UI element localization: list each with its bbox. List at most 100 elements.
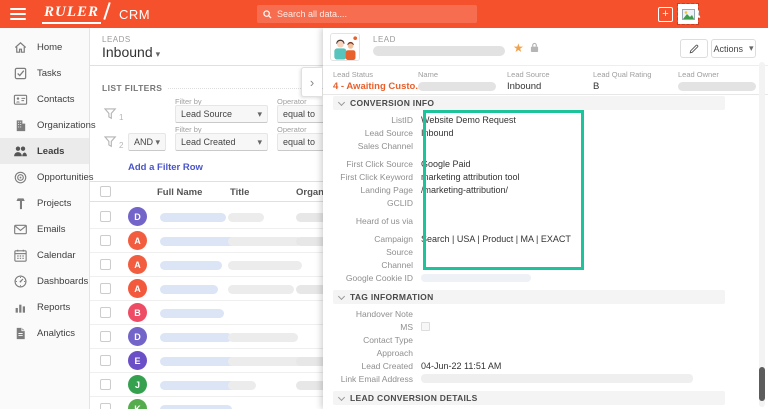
row-checkbox[interactable] xyxy=(100,403,111,409)
lead-name-redacted xyxy=(373,46,505,56)
search-icon xyxy=(263,10,272,19)
row-avatar: A xyxy=(128,231,147,250)
field-row-google-cookie-id: Google Cookie ID xyxy=(333,271,753,284)
field-label: Name xyxy=(418,70,496,79)
edit-button[interactable] xyxy=(680,39,708,58)
sidebar-item-label: Emails xyxy=(37,224,66,235)
sidebar-item-organizations[interactable]: Organizations xyxy=(0,112,89,138)
leads-icon xyxy=(13,144,28,159)
sidebar-item-analytics[interactable]: Analytics xyxy=(0,320,89,346)
global-search[interactable] xyxy=(257,5,477,23)
sidebar-item-contacts[interactable]: Contacts xyxy=(0,86,89,112)
field-label: GCLID xyxy=(333,198,421,208)
field-row-lead-created: Lead Created04-Jun-22 11:51 AM xyxy=(333,359,753,372)
section-header[interactable]: TAG INFORMATION xyxy=(333,290,725,304)
field-label: First Click Keyword xyxy=(333,172,421,182)
filter-funnel-icon-1: 1 xyxy=(104,107,126,122)
field-label: MS xyxy=(333,322,421,332)
sidebar-item-tasks[interactable]: Tasks xyxy=(0,60,89,86)
row-avatar: D xyxy=(128,207,147,226)
field-label: Heard of us via xyxy=(333,216,421,226)
scrollbar-track[interactable] xyxy=(759,62,765,407)
row-avatar: D xyxy=(128,327,147,346)
add-icon[interactable]: + xyxy=(658,7,673,22)
sidebar-item-label: Calendar xyxy=(37,250,76,261)
field-label: First Click Source xyxy=(333,159,421,169)
row-avatar: J xyxy=(128,375,147,394)
field-value: B xyxy=(593,81,651,92)
field-value: 04-Jun-22 11:51 AM xyxy=(421,361,501,371)
chevron-down-icon: ▾ xyxy=(156,49,161,59)
select-all-checkbox[interactable] xyxy=(100,186,111,197)
search-input[interactable] xyxy=(277,9,471,19)
sidebar-item-label: Projects xyxy=(37,198,71,209)
row-checkbox[interactable] xyxy=(100,379,111,390)
field-label: Link Email Address xyxy=(333,374,421,384)
field-label: Sales Channel xyxy=(333,141,421,151)
column-full-name[interactable]: Full Name xyxy=(157,187,202,198)
row-checkbox[interactable] xyxy=(100,235,111,246)
sidebar-item-opportunities[interactable]: Opportunities xyxy=(0,164,89,190)
full-name-redacted xyxy=(160,333,232,342)
field-value: marketing attribution tool xyxy=(421,172,520,182)
filter-conjunction-select[interactable]: AND▾ xyxy=(128,133,166,151)
field-row-first-click-keyword: First Click Keywordmarketing attribution… xyxy=(333,170,753,183)
star-icon[interactable]: ★ xyxy=(513,41,524,55)
row-checkbox[interactable] xyxy=(100,259,111,270)
field-label: Google Cookie ID xyxy=(333,273,421,283)
full-name-redacted xyxy=(160,261,222,270)
app-name: CRM xyxy=(119,7,150,22)
lead-summary-row: Lead Status4 - Awaiting Custo...NameLead… xyxy=(323,66,768,95)
field-value: 4 - Awaiting Custo... xyxy=(333,81,423,92)
summary-field-lead-status: Lead Status4 - Awaiting Custo... xyxy=(333,70,423,92)
section-header[interactable]: CONVERSION INFO xyxy=(333,96,725,110)
list-view-dropdown[interactable]: Inbound▾ xyxy=(102,44,160,60)
sidebar-item-calendar[interactable]: Calendar xyxy=(0,242,89,268)
sidebar-item-label: Tasks xyxy=(37,68,61,79)
sidebar-item-label: Organizations xyxy=(37,120,96,131)
row-checkbox[interactable] xyxy=(100,307,111,318)
collapse-panel-tab[interactable]: › xyxy=(301,67,322,97)
field-row-listid: ListIDWebsite Demo Request xyxy=(333,113,753,126)
filter-field-select-1[interactable]: Lead Source▾ xyxy=(175,105,268,123)
sidebar-nav: Home Tasks ContactsOrganizationsLeadsOppor… xyxy=(0,28,90,409)
actions-button[interactable]: Actions▾ xyxy=(711,39,756,58)
filter-funnel-icon-2: 2 xyxy=(104,135,126,150)
row-avatar: A xyxy=(128,255,147,274)
detail-entity-label: LEAD xyxy=(373,35,396,44)
sidebar-item-emails[interactable]: Emails xyxy=(0,216,89,242)
row-checkbox[interactable] xyxy=(100,355,111,366)
home-icon xyxy=(13,40,28,55)
filter-field-select-2[interactable]: Lead Created▾ xyxy=(175,133,268,151)
field-row-campaign: CampaignSearch | USA | Product | MA | EX… xyxy=(333,232,753,245)
chevron-down-icon: ▾ xyxy=(749,43,754,54)
sidebar-item-leads[interactable]: Leads xyxy=(0,138,89,164)
sidebar-item-reports[interactable]: Reports xyxy=(0,294,89,320)
scrollbar-thumb[interactable] xyxy=(759,367,765,401)
summary-field-name: Name xyxy=(418,70,496,91)
row-checkbox[interactable] xyxy=(100,211,111,222)
chevron-down-icon: ▾ xyxy=(257,109,262,120)
opportunities-icon xyxy=(13,170,28,185)
field-row-contact-type: Contact Type xyxy=(333,333,753,346)
column-title[interactable]: Title xyxy=(230,187,249,198)
hamburger-icon[interactable] xyxy=(10,8,26,20)
field-checkbox[interactable] xyxy=(421,322,430,331)
section-title: CONVERSION INFO xyxy=(350,98,434,108)
section-header[interactable]: LEAD CONVERSION DETAILS xyxy=(333,391,725,405)
sidebar-item-dashboards[interactable]: Dashboards xyxy=(0,268,89,294)
add-filter-row-link[interactable]: Add a Filter Row xyxy=(128,162,203,173)
title-redacted xyxy=(228,285,294,294)
sidebar-item-label: Dashboards xyxy=(37,276,88,287)
sidebar-item-home[interactable]: Home xyxy=(0,34,89,60)
row-checkbox[interactable] xyxy=(100,283,111,294)
sidebar-item-projects[interactable]: Projects xyxy=(0,190,89,216)
field-value: Inbound xyxy=(421,128,454,138)
field-row-channel: Channel xyxy=(333,258,753,271)
field-label: ListID xyxy=(333,115,421,125)
user-avatar-image[interactable] xyxy=(678,4,698,24)
field-row-first-click-source: First Click SourceGoogle Paid xyxy=(333,157,753,170)
field-label: Approach xyxy=(333,348,421,358)
row-checkbox[interactable] xyxy=(100,331,111,342)
list-filters-title: LIST FILTERS xyxy=(102,83,168,93)
